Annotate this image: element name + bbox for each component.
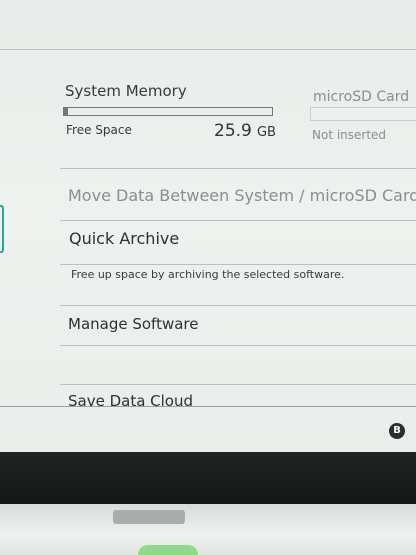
system-memory-usage-bar: [63, 107, 273, 116]
microsd-usage-bar: [310, 107, 416, 121]
system-memory-title: System Memory: [65, 82, 187, 100]
menu-divider-3: [60, 305, 416, 306]
selection-cursor-edge: [0, 205, 4, 253]
green-indicator-light: [138, 545, 198, 555]
storage-divider: [60, 168, 416, 169]
menu-item-move-data: Move Data Between System / microSD Card: [68, 186, 416, 205]
free-space-amount: 25.9 GB: [214, 121, 276, 141]
menu-divider-1: [60, 220, 416, 221]
menu-divider-4: [60, 345, 416, 346]
menu-item-quick-archive[interactable]: Quick Archive: [69, 229, 179, 248]
console-screen: System Memory Free Space 25.9 GB microSD…: [0, 0, 416, 452]
quick-archive-description: Free up space by archiving the selected …: [71, 268, 345, 281]
free-space-unit: GB: [256, 125, 276, 140]
photo-frame: System Memory Free Space 25.9 GB microSD…: [0, 0, 416, 555]
device-base-notch: [113, 510, 185, 524]
microsd-title: microSD Card: [313, 89, 410, 105]
device-bezel: [0, 452, 416, 504]
menu-item-save-data-cloud[interactable]: Save Data Cloud: [68, 392, 193, 406]
top-divider: [0, 49, 416, 50]
microsd-status: Not inserted: [312, 128, 387, 142]
menu-item-manage-software[interactable]: Manage Software: [68, 315, 198, 333]
menu-divider-2: [60, 264, 416, 265]
free-space-label: Free Space: [66, 123, 132, 137]
device-base: [0, 504, 416, 555]
back-button[interactable]: B: [389, 423, 405, 439]
menu-divider-5: [60, 384, 416, 385]
footer-divider: [0, 406, 416, 407]
free-space-value: 25.9: [214, 121, 252, 141]
menu-item-save-data-cloud-clip: Save Data Cloud: [60, 392, 416, 406]
system-memory-usage-fill: [64, 108, 69, 115]
